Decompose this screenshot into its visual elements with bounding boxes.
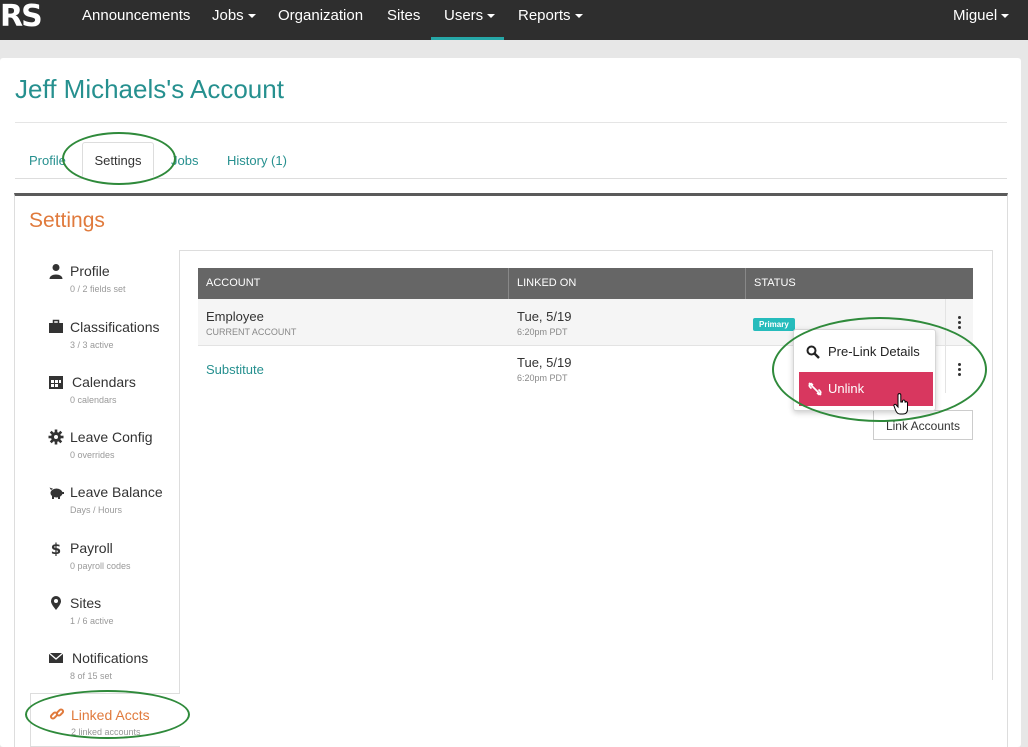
column-header-status[interactable]: STATUS: [746, 268, 973, 299]
sidebar-item-label: Classifications: [70, 319, 160, 335]
sidebar-item-sub: 3 / 3 active: [70, 340, 114, 350]
sidebar-item-sub: 0 overrides: [70, 450, 115, 460]
tab-active-mask: [82, 175, 154, 181]
gear-icon: [48, 429, 64, 445]
sidebar-item-sub: 0 payroll codes: [70, 561, 131, 571]
menu-item-label: Unlink: [828, 381, 865, 396]
sidebar-item-sub: 1 / 6 active: [70, 616, 114, 626]
tabs-divider: [15, 178, 1007, 179]
page-title: Jeff Michaels's Account: [15, 74, 284, 104]
nav-label: Jobs: [212, 7, 244, 24]
status-badge: Primary: [753, 318, 795, 331]
actions-divider: [945, 299, 946, 346]
sidebar-item-label: Sites: [70, 595, 102, 611]
table-header: ACCOUNT LINKED ON STATUS: [198, 268, 973, 299]
nav-announcements[interactable]: Announcements: [82, 0, 190, 40]
nav-label: Users: [444, 7, 484, 24]
envelope-icon: [48, 652, 64, 663]
more-vertical-icon[interactable]: [950, 357, 970, 381]
user-menu[interactable]: Miguel: [953, 0, 1010, 40]
sidebar-item-label: Calendars: [72, 374, 136, 390]
menu-item-label: Pre-Link Details: [828, 344, 920, 359]
actions-divider: [945, 346, 946, 393]
sidebar-item-sub: 0 calendars: [70, 395, 117, 405]
nav-reports[interactable]: Reports: [518, 0, 583, 40]
sidebar-item-label: Notifications: [72, 650, 149, 666]
column-header-linked-on[interactable]: LINKED ON: [509, 268, 746, 299]
menu-item-unlink[interactable]: Unlink: [799, 372, 933, 406]
sidebar-item-linked-accts[interactable]: Linked Accts 2 linked accounts: [30, 693, 180, 747]
tab-history[interactable]: History (1): [227, 153, 287, 168]
linked-on-time: 6:20pm PDT: [517, 373, 568, 383]
nav-users[interactable]: Users: [431, 0, 504, 40]
unlink-icon: [808, 382, 822, 396]
account-name: Employee: [206, 309, 264, 324]
sidebar-item-notifications[interactable]: Notifications 8 of 15 set: [30, 645, 180, 700]
sidebar-item-calendars[interactable]: Calendars 0 calendars: [30, 369, 180, 424]
account-sub: CURRENT ACCOUNT: [206, 327, 297, 337]
sidebar-item-sites[interactable]: Sites 1 / 6 active: [30, 590, 180, 645]
link-icon: [49, 708, 65, 720]
sidebar-item-classifications[interactable]: Classifications 3 / 3 active: [30, 314, 180, 369]
nav-jobs[interactable]: Jobs: [212, 0, 256, 40]
sidebar-item-sub: 0 / 2 fields set: [70, 284, 126, 294]
settings-title: Settings: [29, 209, 105, 232]
caret-down-icon: [1001, 14, 1010, 19]
top-navbar: RS Announcements Jobs Organization Sites…: [0, 0, 1028, 40]
linked-on-date: Tue, 5/19: [517, 309, 572, 324]
hand-cursor-icon: [893, 393, 908, 415]
menu-item-pre-link-details[interactable]: Pre-Link Details: [794, 336, 935, 368]
briefcase-icon: [49, 319, 63, 333]
link-accounts-button[interactable]: Link Accounts: [873, 410, 973, 440]
more-vertical-icon[interactable]: [950, 310, 970, 334]
sidebar-item-label: Payroll: [70, 540, 113, 556]
sidebar-item-leave-balance[interactable]: Leave Balance Days / Hours: [30, 479, 180, 534]
caret-down-icon: [487, 14, 496, 19]
column-header-account[interactable]: ACCOUNT: [198, 268, 509, 299]
sidebar-item-label: Leave Config: [70, 429, 153, 445]
sidebar-item-leave-config[interactable]: Leave Config 0 overrides: [30, 424, 180, 479]
title-divider: [15, 122, 1007, 123]
calendar-icon: [49, 376, 63, 389]
sidebar-item-profile[interactable]: Profile 0 / 2 fields set: [30, 258, 180, 313]
nav-label: Organization: [278, 7, 364, 24]
svg-text:$: $: [51, 540, 61, 556]
sidebar-item-label: Leave Balance: [70, 484, 163, 500]
user-name: Miguel: [953, 7, 998, 24]
piggy-bank-icon: [49, 487, 64, 499]
linked-on-date: Tue, 5/19: [517, 355, 572, 370]
caret-down-icon: [574, 14, 583, 19]
sidebar-item-sub: 2 linked accounts: [71, 727, 141, 737]
user-icon: [49, 264, 63, 279]
tab-profile[interactable]: Profile: [29, 153, 66, 168]
nav-sites[interactable]: Sites: [387, 0, 420, 40]
dollar-icon: $: [51, 540, 61, 556]
tab-settings[interactable]: Settings: [82, 142, 154, 179]
tab-jobs[interactable]: Jobs: [171, 153, 198, 168]
sidebar-item-sub: 8 of 15 set: [70, 671, 113, 681]
nav-organization[interactable]: Organization: [278, 0, 363, 40]
sidebar-item-label: Profile: [70, 263, 110, 279]
nav-label: Sites: [387, 7, 421, 24]
caret-down-icon: [247, 14, 256, 19]
nav-label: Announcements: [82, 7, 191, 24]
nav-label: Reports: [518, 7, 571, 24]
account-name-link[interactable]: Substitute: [206, 362, 264, 377]
sidebar-item-payroll[interactable]: $ Payroll 0 payroll codes: [30, 535, 180, 590]
search-icon: [806, 345, 820, 359]
linked-on-time: 6:20pm PDT: [517, 327, 568, 337]
app-logo[interactable]: RS: [0, 0, 44, 40]
sidebar-item-sub: Days / Hours: [70, 505, 123, 515]
map-marker-icon: [51, 596, 61, 610]
row-actions-menu: Pre-Link Details Unlink: [793, 329, 936, 411]
sidebar-item-label: Linked Accts: [71, 707, 150, 723]
